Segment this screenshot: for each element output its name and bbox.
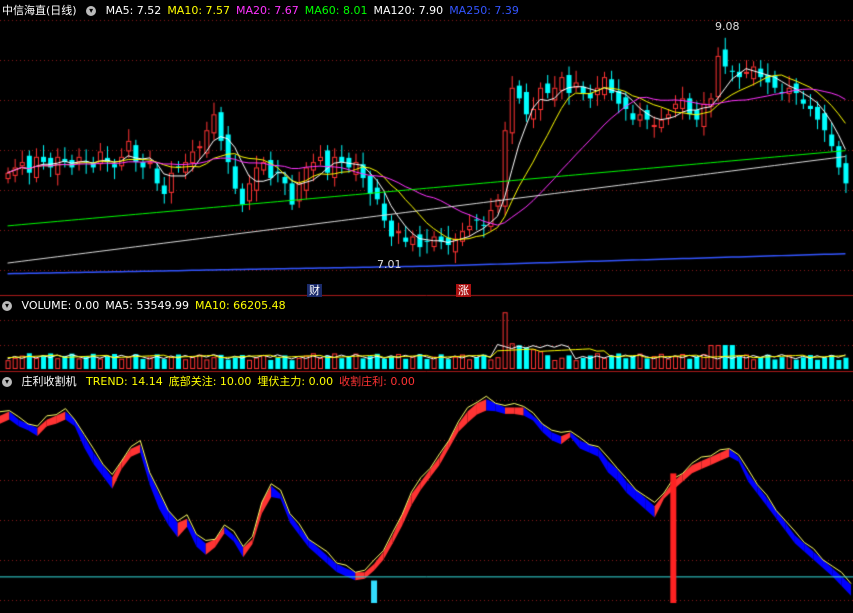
chevron-down-icon[interactable]: ▾ bbox=[2, 301, 12, 311]
low-price-label: 7.01 bbox=[377, 258, 402, 271]
volume-value-1: MA5: 53549.99 bbox=[105, 299, 189, 312]
indicator-title: 庄利收割机 bbox=[21, 375, 77, 388]
stock-title: 中信海直(日线) bbox=[2, 4, 77, 17]
price-panel-header: 中信海直(日线) ▾ MA5: 7.52 MA10: 7.57 MA20: 7.67… bbox=[2, 4, 531, 18]
ma-value-2: MA20: 7.67 bbox=[236, 4, 299, 17]
ma-value-1: MA10: 7.57 bbox=[167, 4, 231, 17]
volume-value-0: VOLUME: 0.00 bbox=[21, 299, 100, 312]
indicator-value-1: 底部关注: 10.00 bbox=[168, 375, 252, 388]
high-price-label: 9.08 bbox=[715, 20, 740, 33]
chevron-down-icon[interactable]: ▾ bbox=[86, 6, 97, 16]
chevron-down-icon[interactable]: ▾ bbox=[2, 377, 12, 387]
volume-panel-header: ▾ VOLUME: 0.00 MA5: 53549.99 MA10: 66205.4… bbox=[2, 299, 298, 313]
indicator-value-2: 埋伏主力: 0.00 bbox=[257, 375, 334, 388]
ma-value-0: MA5: 7.52 bbox=[105, 4, 162, 17]
ma-value-3: MA60: 8.01 bbox=[304, 4, 368, 17]
ma-value-4: MA120: 7.90 bbox=[373, 4, 444, 17]
indicator-panel-header: ▾ 庄利收割机 TREND: 14.14 底部关注: 10.00 埋伏主力: 0.0… bbox=[2, 375, 427, 389]
finance-tag[interactable]: 财 bbox=[307, 284, 322, 297]
volume-value-2: MA10: 66205.48 bbox=[194, 299, 286, 312]
rise-tag[interactable]: 涨 bbox=[456, 284, 471, 297]
indicator-value-3: 收割庄利: 0.00 bbox=[339, 375, 415, 388]
ma-value-5: MA250: 7.39 bbox=[449, 4, 519, 17]
indicator-value-0: TREND: 14.14 bbox=[86, 375, 163, 388]
